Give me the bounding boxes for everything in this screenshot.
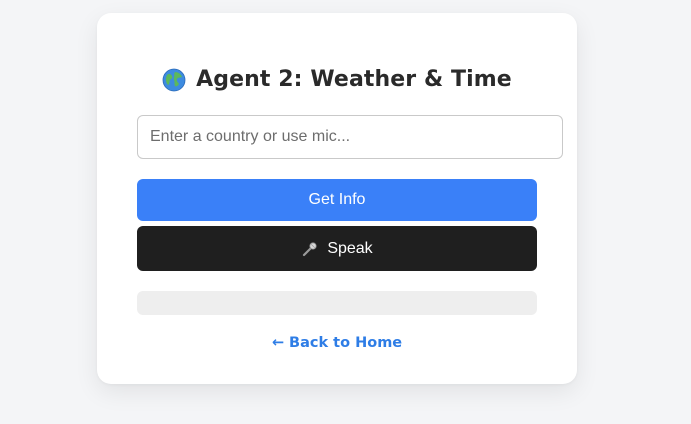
country-input[interactable] bbox=[137, 115, 563, 159]
get-info-label: Get Info bbox=[308, 191, 366, 208]
result-output bbox=[137, 291, 537, 315]
title-text: Agent 2: Weather & Time bbox=[196, 67, 512, 92]
get-info-button[interactable]: Get Info bbox=[137, 179, 537, 221]
page-title: Agent 2: Weather & Time bbox=[97, 67, 577, 92]
agent-card: Agent 2: Weather & Time Get Info Speak ←… bbox=[97, 13, 577, 384]
speak-label: Speak bbox=[327, 239, 373, 257]
microphone-icon bbox=[301, 240, 319, 258]
back-to-home-link[interactable]: ← Back to Home bbox=[97, 335, 577, 351]
globe-icon bbox=[162, 68, 186, 92]
speak-button[interactable]: Speak bbox=[137, 226, 537, 271]
